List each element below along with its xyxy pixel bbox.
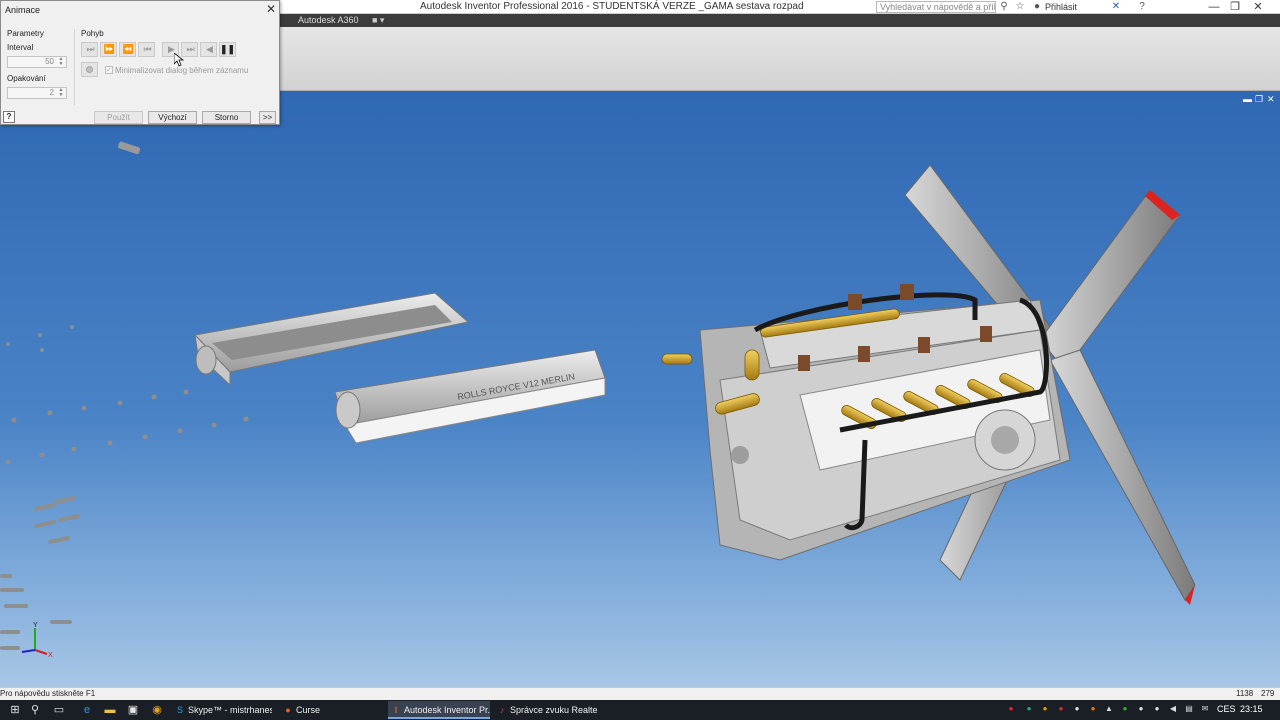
tray-app-icon[interactable]: ▲ (1104, 704, 1114, 714)
file-explorer-icon[interactable]: ▬ (103, 703, 117, 717)
edge-icon[interactable]: e (80, 703, 94, 717)
taskbar: ⊞ ⚲ ▭ e ▬ ▣ ◉ S Skype™ - mistrhanes ● Cu… (0, 700, 1280, 720)
tray-app-icon[interactable]: ● (1040, 704, 1050, 714)
input-language[interactable]: CES (1217, 704, 1236, 714)
network-icon[interactable]: ▤ (1184, 704, 1194, 714)
cancel-button[interactable]: Storno (202, 111, 251, 124)
spinner-arrows-icon[interactable]: ▲ ▼ (57, 57, 65, 67)
sign-in-link[interactable]: Přihlásit (1045, 2, 1077, 12)
tray-app-icon[interactable]: ● (1136, 704, 1146, 714)
curse-icon: ● (285, 705, 291, 715)
help-icon[interactable]: ? (1136, 1, 1148, 13)
minimize-dialog-label: Minimalizovat dialog během záznamu (115, 66, 249, 75)
app-title: Autodesk Inventor Professional 2016 - ST… (420, 1, 804, 12)
repeat-value: 2 (49, 88, 54, 97)
tray-app-icon[interactable]: ● (1006, 704, 1016, 714)
taskbar-item-skype[interactable]: S Skype™ - mistrhanes (172, 701, 272, 719)
assembly-3d-scene: ROLLS ROYCE V12 MERLIN Y X (0, 141, 1196, 659)
axis-y-label: Y (33, 622, 38, 629)
video-icon[interactable]: ■ ▾ (372, 15, 384, 26)
audio-icon: ♪ (499, 705, 505, 715)
inventor-icon: I (394, 705, 398, 715)
tab-autodesk-a360[interactable]: Autodesk A360 (298, 15, 359, 25)
end-forward-button[interactable]: ⏭ (81, 42, 98, 57)
binoculars-icon[interactable]: ⚲ (998, 1, 1010, 13)
volume-icon[interactable]: ◀ (1168, 704, 1178, 714)
user-icon[interactable]: ● (1031, 1, 1043, 13)
tray-app-icon[interactable]: ● (1072, 704, 1082, 714)
axis-x-label: X (48, 652, 53, 659)
motion-group-label: Pohyb (81, 29, 104, 38)
start-back-button[interactable]: ⏮ (138, 42, 155, 57)
dialog-title: Animace (5, 5, 41, 15)
help-search-input[interactable]: Vyhledávat v nápovědě a příkaze (876, 1, 996, 13)
tray-app-icon[interactable]: ● (1024, 704, 1034, 714)
spinner-arrows-icon[interactable]: ▲ ▼ (57, 88, 65, 98)
store-icon[interactable]: ▣ (126, 703, 140, 717)
v12-engine (661, 284, 1071, 561)
apply-button[interactable]: Použít (94, 111, 143, 124)
fast-forward-button[interactable]: ⏩ (100, 42, 117, 57)
cam-cover-closed: ROLLS ROYCE V12 MERLIN (334, 349, 606, 444)
close-button[interactable]: ✕ (1236, 0, 1280, 14)
repeat-spinner[interactable]: 2 ▲ ▼ (7, 87, 67, 99)
axis-triad: Y X (21, 622, 53, 659)
ribbon-tabs: Autodesk A360 ■ ▾ (280, 14, 1280, 27)
taskbar-item-label: Správce zvuku Realte... (510, 705, 598, 715)
tray-app-icon[interactable]: ● (1120, 704, 1130, 714)
record-icon (86, 66, 93, 73)
status-count-b: 279 (1261, 689, 1275, 698)
status-bar: Pro nápovědu stiskněte F1 1138 279 (0, 687, 1280, 700)
tray-app-icon[interactable]: ● (1056, 704, 1066, 714)
tray-app-icon[interactable]: ● (1152, 704, 1162, 714)
pause-button[interactable]: ❚❚ (219, 42, 236, 57)
ribbon-panel (280, 27, 1280, 91)
repeat-label: Opakování (7, 74, 46, 83)
interval-value: 50 (45, 57, 54, 66)
taskbar-item-label: Skype™ - mistrhanes (188, 705, 272, 715)
taskbar-item-label: Curse (296, 705, 321, 715)
group-divider (74, 29, 75, 105)
chrome-icon[interactable]: ◉ (150, 703, 164, 717)
animation-dialog: Animace ✕ Parametry Interval 50 ▲ ▼ Opako… (0, 0, 280, 125)
graphics-viewport[interactable]: ▬ ❐ ✕ ROLLS ROYCE V12 MERLIN Y X (0, 91, 1280, 687)
notifications-icon[interactable]: ✉ (1200, 704, 1210, 714)
status-count-a: 1138 (1236, 689, 1254, 698)
mouse-cursor-icon (174, 53, 184, 67)
task-view-icon[interactable]: ▭ (52, 703, 66, 717)
start-icon[interactable]: ⊞ (8, 703, 22, 717)
dialog-close-button[interactable]: ✕ (264, 3, 278, 16)
taskbar-item-audio[interactable]: ♪ Správce zvuku Realte... (494, 701, 598, 719)
scattered-fasteners (0, 325, 249, 650)
clock[interactable]: 23:15 (1240, 704, 1263, 714)
record-button[interactable] (81, 62, 98, 77)
star-icon[interactable]: ☆ (1014, 1, 1026, 13)
status-hint: Pro nápovědu stiskněte F1 (0, 689, 96, 698)
cam-cover-open (193, 292, 470, 387)
expand-button[interactable]: >> (259, 111, 276, 124)
loose-bolt (118, 141, 141, 155)
minimize-dialog-checkbox[interactable]: ✓ (105, 66, 113, 74)
taskbar-item-inventor[interactable]: I Autodesk Inventor Pr... (388, 701, 490, 719)
fast-backward-button[interactable]: ⏪ (119, 42, 136, 57)
search-icon[interactable]: ⚲ (28, 703, 42, 717)
taskbar-item-curse[interactable]: ● Curse (280, 701, 380, 719)
exchange-icon[interactable]: ✕ (1110, 1, 1122, 13)
interval-spinner[interactable]: 50 ▲ ▼ (7, 56, 67, 68)
help-button[interactable]: ? (3, 111, 15, 123)
default-button[interactable]: Výchozí (148, 111, 197, 124)
tray-app-icon[interactable]: ● (1088, 704, 1098, 714)
parameters-group-label: Parametry (7, 29, 44, 38)
skype-icon: S (176, 705, 183, 715)
taskbar-item-label: Autodesk Inventor Pr... (404, 705, 490, 715)
play-backward-button[interactable]: ◀ (200, 42, 217, 57)
interval-label: Interval (7, 43, 34, 52)
